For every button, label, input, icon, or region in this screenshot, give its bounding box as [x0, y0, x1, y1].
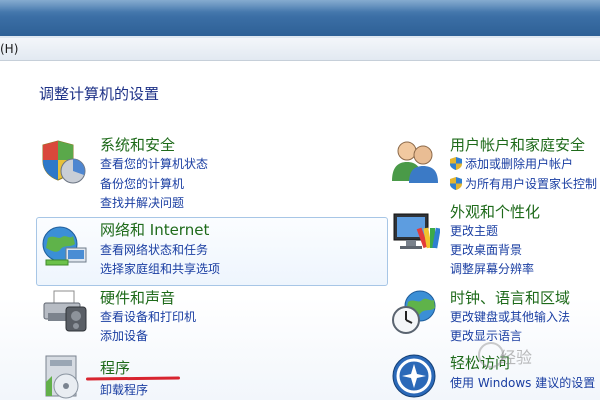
page-title: 调整计算机的设置 [39, 85, 160, 103]
link-homegroup-sharing[interactable]: 选择家庭组和共享选项 [100, 260, 220, 277]
link-backup-computer[interactable]: 备份您的计算机 [100, 175, 184, 192]
link-change-display-language[interactable]: 更改显示语言 [450, 327, 522, 344]
category-clock-language-title[interactable]: 时钟、语言和区域 [450, 287, 570, 308]
link-change-keyboard[interactable]: 更改键盘或其他输入法 [450, 308, 570, 325]
category-hardware-sound-title[interactable]: 硬件和声音 [100, 287, 175, 308]
link-view-computer-status[interactable]: 查看您的计算机状态 [100, 155, 208, 172]
link-recommended-settings[interactable]: 使用 Windows 建议的设置 [450, 374, 595, 391]
category-network-title[interactable]: 网络和 Internet [100, 219, 209, 240]
shield-pie-icon[interactable] [40, 137, 88, 185]
link-network-status[interactable]: 查看网络状态和任务 [100, 241, 208, 258]
ease-of-access-icon[interactable] [390, 352, 438, 400]
link-parental-controls-label: 为所有用户设置家长控制 [465, 177, 598, 191]
link-add-remove-users[interactable]: 添加或删除用户帐户 [450, 155, 573, 172]
link-uninstall-program[interactable]: 卸载程序 [100, 381, 148, 398]
uac-shield-icon [450, 177, 462, 190]
link-change-theme[interactable]: 更改主题 [450, 222, 498, 239]
link-troubleshoot[interactable]: 查找并解决问题 [100, 194, 184, 211]
link-add-device[interactable]: 添加设备 [100, 327, 148, 344]
users-icon[interactable] [390, 137, 440, 183]
uac-shield-icon [450, 157, 462, 170]
menu-bar: (H) [0, 38, 600, 61]
category-programs-title[interactable]: 程序 [100, 357, 130, 378]
watermark-text: 经验 [500, 348, 533, 367]
globe-network-icon[interactable] [40, 222, 90, 270]
program-disc-icon[interactable] [40, 352, 88, 400]
title-bar-gloss [0, 0, 600, 12]
window-title-bar [0, 0, 600, 38]
printer-icon[interactable] [40, 289, 90, 335]
link-parental-controls[interactable]: 为所有用户设置家长控制 [450, 175, 597, 192]
category-system-security-title[interactable]: 系统和安全 [100, 134, 175, 155]
link-change-desktop-background[interactable]: 更改桌面背景 [450, 241, 522, 258]
category-appearance-title[interactable]: 外观和个性化 [450, 201, 540, 222]
clock-globe-icon[interactable] [390, 288, 440, 336]
monitor-palette-icon[interactable] [390, 208, 441, 254]
link-adjust-resolution[interactable]: 调整屏幕分辨率 [450, 260, 534, 277]
menu-help[interactable]: (H) [0, 42, 18, 56]
link-devices-printers[interactable]: 查看设备和打印机 [100, 308, 196, 325]
category-user-accounts-title[interactable]: 用户帐户和家庭安全 [450, 134, 585, 155]
link-add-remove-users-label: 添加或删除用户帐户 [465, 157, 574, 171]
